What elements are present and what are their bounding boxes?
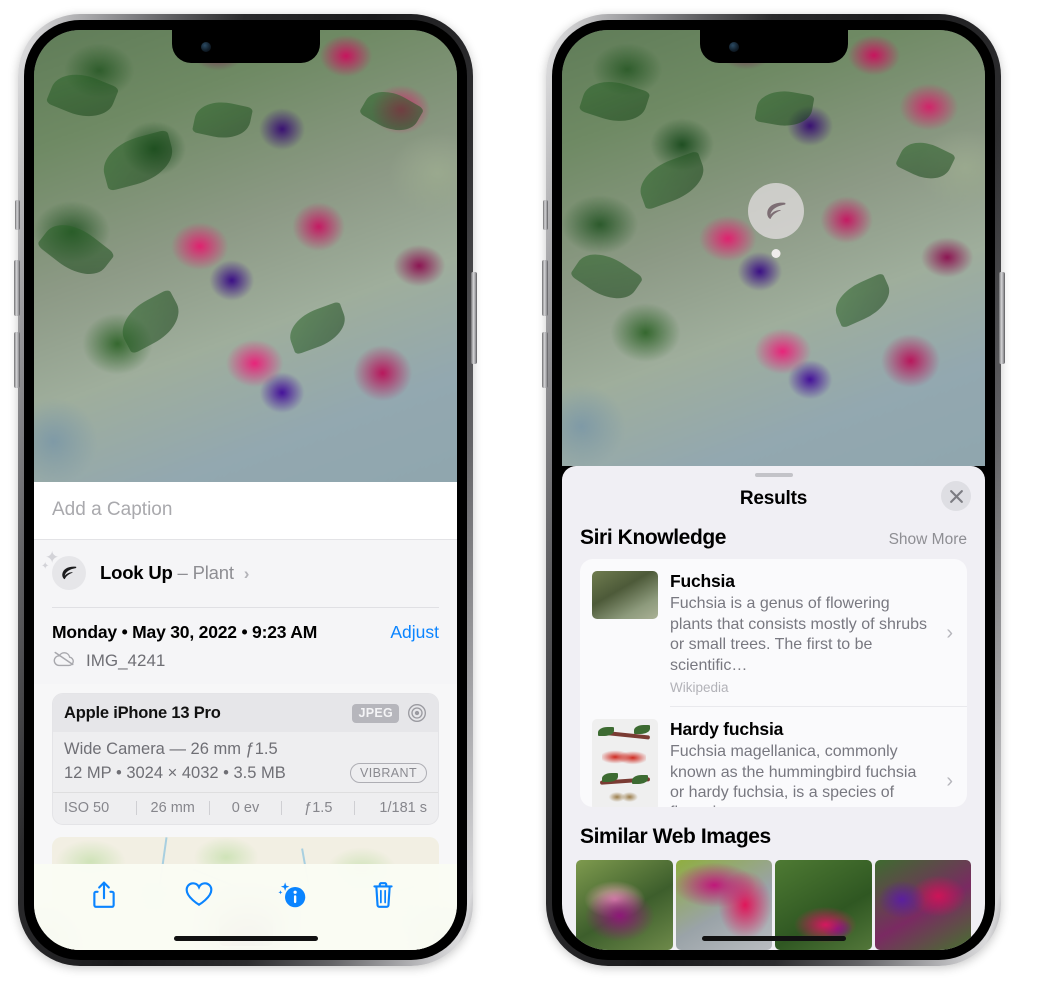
volume-up-button[interactable]	[542, 260, 548, 316]
chevron-right-icon: ›	[946, 621, 953, 644]
stat-aperture: ƒ1.5	[304, 800, 333, 816]
close-icon[interactable]	[941, 481, 971, 512]
siri-knowledge-header: Siri Knowledge Show More	[562, 526, 985, 559]
chevron-right-icon: ›	[946, 769, 953, 792]
leaf-icon	[52, 556, 86, 590]
exif-card[interactable]: Apple iPhone 13 Pro JPEG Wide Camera — 2…	[52, 693, 439, 825]
right-phone-screen: Results Siri Knowledge Show More Fuchsia…	[562, 30, 985, 950]
web-image-1[interactable]	[576, 860, 673, 950]
photo-viewer[interactable]	[562, 30, 985, 466]
info-sparkle-icon[interactable]	[277, 880, 307, 912]
result-title: Hardy fuchsia	[670, 719, 784, 740]
lens-description: Wide Camera — 26 mm ƒ1.5	[64, 740, 278, 758]
delete-trash-icon[interactable]	[370, 880, 400, 912]
lookup-leaf-badge[interactable]	[748, 183, 804, 239]
left-phone-device: Add a Caption ✦ ✦ Look Up – Plant › Mond…	[14, 14, 477, 966]
look-up-row[interactable]: ✦ ✦ Look Up – Plant ›	[41, 540, 439, 607]
stat-shutter: 1/181 s	[379, 800, 427, 816]
exif-header: Apple iPhone 13 Pro JPEG	[53, 694, 438, 732]
sparkle-small-icon: ✦	[41, 561, 50, 572]
metadata-block: Monday • May 30, 2022 • 9:23 AM Adjust I…	[34, 608, 457, 684]
right-phone-device: Results Siri Knowledge Show More Fuchsia…	[542, 14, 1005, 966]
photographic-style-badge: VIBRANT	[350, 763, 427, 783]
lookup-section: ✦ ✦ Look Up – Plant ›	[34, 540, 457, 608]
siri-knowledge-card-list: Fuchsia Fuchsia is a genus of flowering …	[580, 559, 967, 807]
results-sheet: Results Siri Knowledge Show More Fuchsia…	[562, 466, 985, 950]
format-badge: JPEG	[352, 703, 399, 723]
power-button[interactable]	[471, 272, 477, 364]
show-more-button[interactable]: Show More	[889, 531, 967, 549]
mute-switch[interactable]	[15, 200, 20, 230]
volume-up-button[interactable]	[14, 260, 20, 316]
icloud-slash-icon	[52, 650, 76, 672]
result-thumbnail	[592, 571, 658, 620]
lookup-anchor-dot	[771, 249, 781, 258]
photo-foliage-detail	[562, 30, 985, 466]
sheet-title: Results	[739, 488, 808, 510]
home-indicator[interactable]	[701, 936, 846, 941]
favorite-heart-icon[interactable]	[184, 880, 214, 912]
file-size-line: 12 MP • 3024 × 4032 • 3.5 MB	[64, 763, 286, 782]
leaf-icon	[767, 202, 786, 219]
volume-down-button[interactable]	[14, 332, 20, 388]
list-item[interactable]: Hardy fuchsia Fuchsia magellanica, commo…	[580, 707, 967, 807]
stat-iso: ISO 50	[64, 800, 110, 816]
photo-foliage-detail	[34, 30, 457, 482]
capture-date: Monday • May 30, 2022 • 9:23 AM	[52, 622, 318, 642]
stat-exposure: 0 ev	[231, 800, 260, 816]
front-camera	[200, 42, 211, 52]
look-up-subject: Plant	[192, 562, 234, 583]
stat-focal: 26 mm	[150, 800, 195, 816]
exif-stats-row: ISO 50 26 mm 0 ev ƒ1.5 1/181 s	[53, 792, 438, 824]
result-description: Fuchsia magellanica, commonly known as t…	[670, 743, 917, 807]
sheet-header: Results	[562, 477, 985, 526]
leaf-badge: ✦ ✦	[41, 549, 86, 590]
mute-switch[interactable]	[543, 200, 548, 230]
left-phone-screen: Add a Caption ✦ ✦ Look Up – Plant › Mond…	[34, 30, 457, 950]
section-title: Similar Web Images	[580, 825, 771, 848]
device-notch	[171, 30, 320, 63]
result-thumbnail	[592, 719, 658, 807]
list-item[interactable]: Fuchsia Fuchsia is a genus of flowering …	[580, 559, 967, 706]
exif-body: Wide Camera — 26 mm ƒ1.5 12 MP • 3024 × …	[53, 732, 438, 792]
photo-info-panel: Add a Caption ✦ ✦ Look Up – Plant › Mond…	[34, 482, 457, 950]
screenshot-root: Add a Caption ✦ ✦ Look Up – Plant › Mond…	[0, 0, 1055, 985]
look-up-label: Look Up – Plant ›	[100, 562, 249, 584]
device-notch	[699, 30, 848, 63]
result-title: Fuchsia	[670, 571, 735, 592]
section-title: Siri Knowledge	[580, 526, 727, 550]
chevron-right-icon: ›	[243, 564, 250, 583]
caption-input[interactable]: Add a Caption	[34, 482, 457, 540]
result-description: Fuchsia is a genus of flowering plants t…	[670, 595, 927, 674]
front-camera	[728, 42, 739, 52]
power-button[interactable]	[999, 272, 1005, 364]
result-source: Wikipedia	[670, 680, 729, 696]
volume-down-button[interactable]	[542, 332, 548, 388]
home-indicator[interactable]	[173, 936, 318, 941]
file-name: IMG_4241	[86, 651, 166, 670]
similar-web-images-header: Similar Web Images	[562, 807, 985, 858]
look-up-title: Look Up	[100, 562, 173, 583]
share-icon[interactable]	[91, 880, 121, 912]
aperture-icon	[407, 703, 427, 723]
photo-viewer[interactable]	[34, 30, 457, 482]
adjust-button[interactable]: Adjust	[390, 622, 439, 643]
camera-device-name: Apple iPhone 13 Pro	[64, 703, 221, 722]
web-image-4[interactable]	[874, 860, 971, 950]
look-up-separator: –	[177, 562, 188, 583]
